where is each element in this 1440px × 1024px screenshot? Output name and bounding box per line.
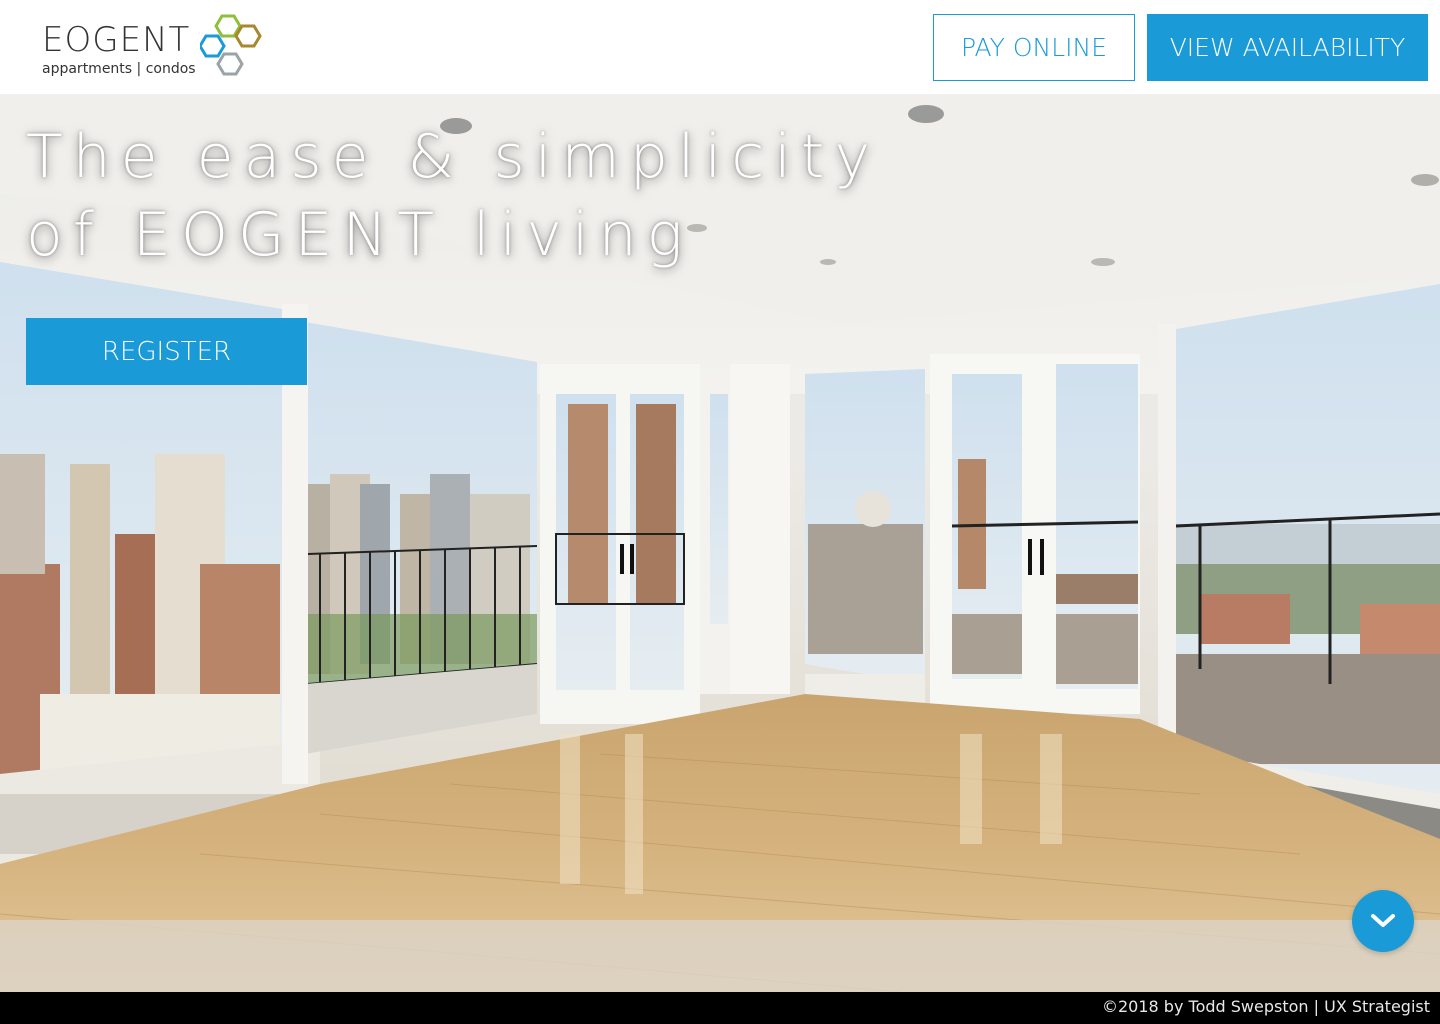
register-button[interactable]: REGISTER <box>26 318 307 385</box>
hero-headline: The ease & simplicity of EOGENT living <box>26 118 880 274</box>
pay-online-button[interactable]: PAY ONLINE <box>933 14 1135 81</box>
hero-headline-line-2: of EOGENT living <box>26 200 693 270</box>
hero-section: The ease & simplicity of EOGENT living R… <box>0 94 1440 992</box>
hexagon-logo-icon <box>200 14 262 76</box>
logo-wordmark: EOGENT <box>42 20 191 60</box>
chevron-down-icon <box>1371 914 1395 927</box>
site-header: EOGENT appartments | condos PAY ONLINE V… <box>0 0 1440 94</box>
logo-tagline: appartments | condos <box>42 61 196 77</box>
view-availability-button[interactable]: VIEW AVAILABILITY <box>1147 14 1428 81</box>
scroll-down-button[interactable] <box>1352 890 1414 952</box>
footer-credit: ©2018 by Todd Swepston | UX Strategist <box>1102 997 1430 1016</box>
site-footer: ©2018 by Todd Swepston | UX Strategist <box>0 992 1440 1024</box>
hero-headline-line-1: The ease & simplicity <box>26 122 880 192</box>
eogent-logo[interactable]: EOGENT appartments | condos <box>40 12 280 82</box>
